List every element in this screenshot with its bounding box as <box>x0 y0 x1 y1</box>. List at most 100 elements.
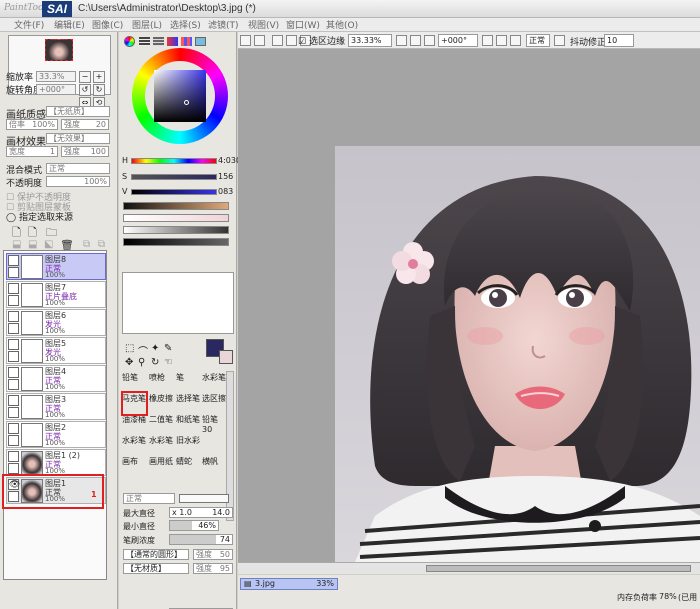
brush-custom-a[interactable]: 蜻蛇 <box>176 456 202 476</box>
menu-filter[interactable]: 滤镜(T) <box>208 18 239 31</box>
move-icon[interactable]: ✥ <box>125 357 133 368</box>
lock-toggle[interactable] <box>8 351 19 362</box>
color-scratchpad[interactable] <box>122 272 234 334</box>
lock-toggle[interactable] <box>8 463 19 474</box>
gradient-bar-3[interactable] <box>123 226 229 234</box>
canvas-angle-field[interactable]: +000° <box>438 34 478 47</box>
brush-canvas[interactable]: 画布 <box>122 456 148 476</box>
color-wheel-tab-icon[interactable] <box>124 36 135 47</box>
saturation-slider[interactable] <box>131 174 217 180</box>
lock-toggle[interactable] <box>8 407 19 418</box>
canvas-flip-button[interactable] <box>554 35 565 46</box>
lock-toggle[interactable] <box>8 267 19 278</box>
brush-watercolor[interactable]: 水彩笔 <box>202 372 228 392</box>
max-diameter-slider[interactable]: x 1.0 14.0 <box>169 507 233 518</box>
paper-strength-slider[interactable]: 强度 20 <box>61 119 109 130</box>
zoom-in-button[interactable]: + <box>93 71 105 83</box>
scratchpad-tab-icon[interactable] <box>195 37 206 46</box>
lasso-icon[interactable]: ⌒ <box>138 343 148 358</box>
mixer-tab-icon[interactable] <box>167 37 178 46</box>
magic-wand-icon[interactable]: ✦ <box>151 343 159 354</box>
lock-toggle[interactable] <box>8 435 19 446</box>
blend-mode-select[interactable]: 正常 <box>46 163 110 174</box>
brush-shape-select[interactable]: 【通常的圆形】 <box>123 549 189 560</box>
menu-layer[interactable]: 图层(L) <box>132 18 162 31</box>
menu-image[interactable]: 图像(C) <box>92 18 123 31</box>
brush-pen[interactable]: 笔 <box>176 372 202 392</box>
zoom-slider[interactable]: 33.3% <box>36 71 76 82</box>
canvas-horizontal-scrollbar[interactable] <box>238 562 700 574</box>
selection-edge-toggle[interactable]: ☑ 选区边缘 <box>298 34 345 47</box>
gradient-bar-1[interactable] <box>123 202 229 210</box>
canvas-zoom-minus[interactable] <box>396 35 407 46</box>
layer-row-4[interactable]: 图层4 正常 100% <box>6 365 106 392</box>
visibility-toggle[interactable] <box>8 311 19 322</box>
sv-square[interactable] <box>154 70 206 122</box>
lock-toggle[interactable] <box>8 295 19 306</box>
transfer-down-icon[interactable]: ⬓ <box>12 239 21 250</box>
effect-intensity-slider[interactable]: 强度 100 <box>61 146 109 157</box>
canvas-rotate-left[interactable] <box>482 35 493 46</box>
brush-pencil30[interactable]: 铅笔30 <box>202 414 228 434</box>
brush-bucket[interactable]: 油漆桶 <box>122 414 148 434</box>
effect-width-slider[interactable]: 宽度 1 <box>6 146 58 157</box>
menu-edit[interactable]: 编辑(E) <box>54 18 85 31</box>
merge-down-icon[interactable]: ⬓ <box>28 239 37 250</box>
artwork-image[interactable] <box>335 146 700 562</box>
brush-binary-pen[interactable]: 二值笔 <box>149 414 175 434</box>
zoom-out-button[interactable]: − <box>79 71 91 83</box>
hand-icon[interactable]: ☜ <box>164 357 173 368</box>
secondary-color-swatch[interactable] <box>219 350 233 364</box>
zoom-in-button-tb[interactable] <box>272 35 283 46</box>
rgb-slider-tab-icon[interactable] <box>139 37 150 46</box>
canvas-rotate-right[interactable] <box>496 35 507 46</box>
brush-airbrush[interactable]: 喷枪 <box>149 372 175 392</box>
visibility-toggle[interactable] <box>8 283 19 294</box>
brush-select-pen[interactable]: 选择笔 <box>176 393 202 413</box>
layer-row-5[interactable]: 图层5 发光 100% <box>6 337 106 364</box>
eyedropper-icon[interactable]: ✎ <box>164 343 172 354</box>
value-slider[interactable] <box>131 189 217 195</box>
brush-watercolor-3[interactable]: 水彩笔 <box>149 435 175 455</box>
brush-drawing-paper[interactable]: 画用纸 <box>149 456 175 476</box>
visibility-toggle[interactable] <box>8 255 19 266</box>
canvas-zoom-field[interactable]: 33.33% <box>348 34 392 47</box>
layer-row-2[interactable]: 图层2 正常 100% <box>6 421 106 448</box>
menu-select[interactable]: 选择(S) <box>170 18 201 31</box>
document-tab[interactable]: ▤ 3.jpg 33% <box>240 578 338 590</box>
layer-row-1-2[interactable]: 图层1 (2) 正常 100% <box>6 449 106 476</box>
brush-select-eraser[interactable]: 选区擦 <box>202 393 228 413</box>
swatches-tab-icon[interactable] <box>181 37 192 46</box>
menu-view[interactable]: 视图(V) <box>248 18 279 31</box>
visibility-toggle[interactable] <box>8 395 19 406</box>
hue-slider[interactable] <box>131 158 217 164</box>
visibility-toggle[interactable] <box>8 451 19 462</box>
brush-texture-select[interactable]: 【无材质】 <box>123 563 189 574</box>
deselect-button[interactable] <box>240 35 251 46</box>
lock-toggle[interactable] <box>8 323 19 334</box>
canvas-zoom-plus[interactable] <box>410 35 421 46</box>
invert-selection-button[interactable] <box>254 35 265 46</box>
shape-strength-slider[interactable]: 强度 50 <box>193 549 233 560</box>
layer-row-8[interactable]: 图层8 正常 100% <box>6 253 106 280</box>
brush-custom-b[interactable]: 横帆 <box>202 456 228 476</box>
layer-row-7[interactable]: 图层7 正片叠底 100% <box>6 281 106 308</box>
menu-file[interactable]: 文件(F) <box>14 18 44 31</box>
brush-pencil[interactable]: 铅笔 <box>122 372 148 392</box>
color-wheel[interactable] <box>132 48 228 144</box>
paper-scale-slider[interactable]: 倍率 100% <box>6 119 58 130</box>
paste-layer-icon[interactable]: ⧉ <box>98 239 105 250</box>
menu-other[interactable]: 其他(O) <box>326 18 358 31</box>
brush-mode-select[interactable]: 正常 <box>123 493 175 504</box>
brush-old-watercolor[interactable]: 旧水彩 <box>176 435 202 455</box>
layer-row-3[interactable]: 图层3 正常 100% <box>6 393 106 420</box>
brush-washi[interactable]: 和纸笔 <box>176 414 202 434</box>
scrollbar-thumb[interactable] <box>426 565 691 572</box>
layer-row-6[interactable]: 图层6 发光 100% <box>6 309 106 336</box>
canvas-rotate-reset[interactable] <box>510 35 521 46</box>
brush-eraser[interactable]: 橡皮擦 <box>149 393 175 413</box>
lock-toggle[interactable] <box>8 379 19 390</box>
canvas-zoom-reset[interactable] <box>424 35 435 46</box>
density-slider[interactable]: 74 <box>169 534 233 545</box>
material-effect-select[interactable]: 【无效果】 <box>46 133 110 144</box>
